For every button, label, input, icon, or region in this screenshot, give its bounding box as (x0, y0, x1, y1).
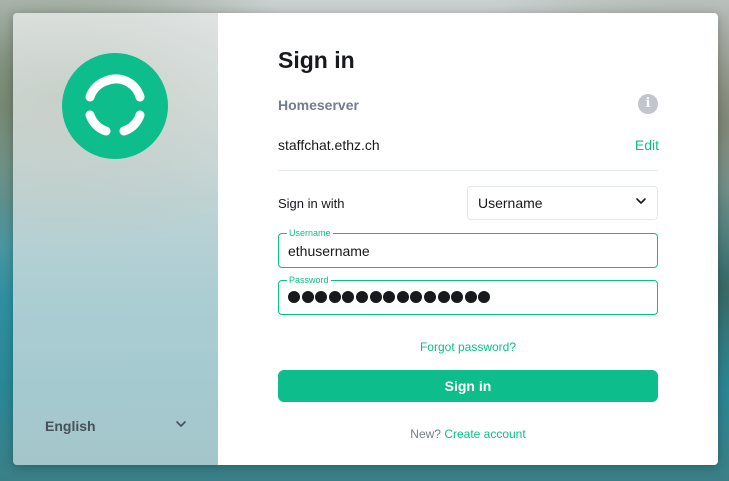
password-mask-dot (437, 291, 450, 303)
password-mask-dot (451, 291, 464, 303)
password-field[interactable]: Password (278, 274, 658, 315)
auth-card: English Sign in Homeserver i staffchat.e… (13, 13, 718, 465)
password-mask-dot (328, 291, 341, 303)
info-icon[interactable]: i (638, 94, 658, 114)
password-mask-dot (288, 291, 300, 303)
new-prefix: New? (410, 427, 441, 441)
page-title: Sign in (278, 47, 355, 73)
edit-homeserver-link[interactable]: Edit (635, 137, 659, 153)
password-mask-dot (396, 291, 409, 303)
element-logo-icon (62, 53, 168, 159)
username-field[interactable]: Username ethusername (278, 227, 658, 268)
password-field-label: Password (287, 274, 331, 286)
language-selector[interactable]: English (45, 416, 187, 436)
divider (278, 170, 658, 171)
homeserver-value: staffchat.ethz.ch (278, 137, 380, 153)
language-label: English (45, 418, 96, 434)
password-mask-dot (369, 291, 382, 303)
login-type-value: Username (478, 195, 543, 211)
homeserver-label: Homeserver (278, 97, 359, 113)
chevron-down-icon (635, 194, 647, 212)
username-input-value[interactable]: ethusername (288, 243, 370, 259)
chevron-down-icon (175, 417, 187, 435)
password-input-value[interactable] (288, 291, 491, 303)
password-mask-dot (301, 291, 314, 303)
auth-main: Sign in Homeserver i staffchat.ethz.ch E… (218, 13, 718, 465)
create-account-row: New? Create account (278, 427, 658, 441)
sign-in-button[interactable]: Sign in (278, 370, 658, 402)
password-mask-dot (423, 291, 436, 303)
password-mask-dot (410, 291, 423, 303)
password-mask-dot (464, 291, 477, 303)
password-mask-dot (342, 291, 355, 303)
password-mask-dot (355, 291, 368, 303)
password-mask-dot (383, 291, 396, 303)
forgot-password-link[interactable]: Forgot password? (278, 340, 658, 354)
username-field-label: Username (287, 227, 333, 239)
password-mask-dot (315, 291, 328, 303)
password-mask-dot (478, 291, 491, 303)
login-type-select[interactable]: Username (467, 186, 658, 220)
auth-sidebar: English (13, 13, 218, 465)
sign-in-with-label: Sign in with (278, 196, 345, 211)
create-account-link[interactable]: Create account (444, 427, 525, 441)
